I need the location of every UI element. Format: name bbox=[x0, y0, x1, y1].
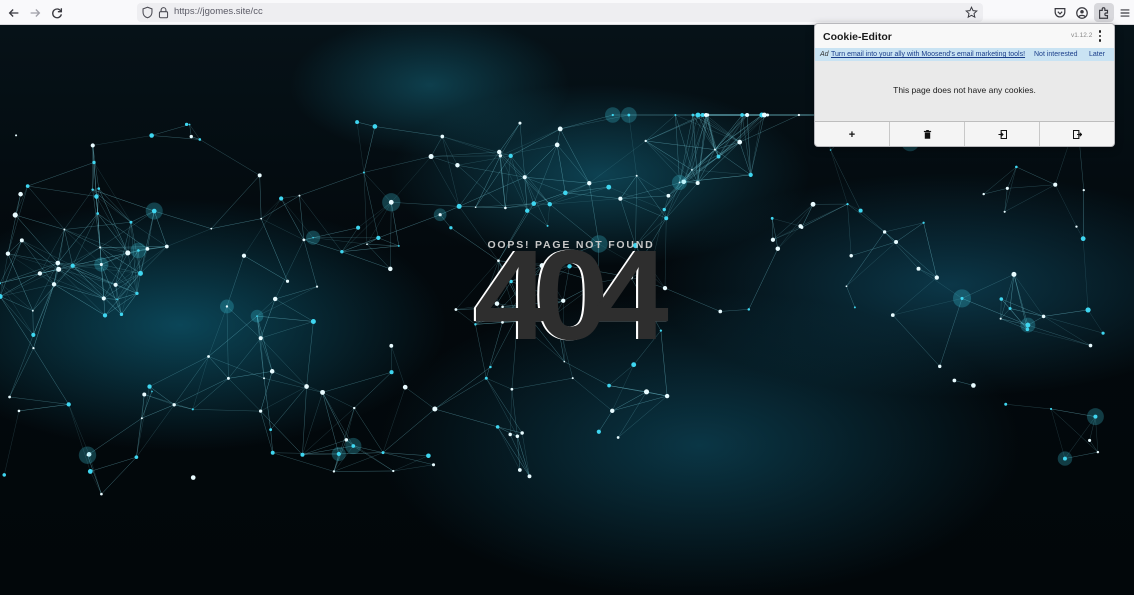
ad-tag: Ad bbox=[820, 51, 829, 58]
ad-later-button[interactable]: Later bbox=[1089, 48, 1105, 61]
pocket-button[interactable] bbox=[1050, 3, 1070, 22]
browser-toolbar: https://jgomes.site/cc bbox=[0, 0, 1134, 25]
app-menu-button[interactable] bbox=[1115, 3, 1134, 22]
shield-icon[interactable] bbox=[141, 6, 154, 19]
export-button[interactable] bbox=[1040, 122, 1114, 146]
pocket-icon bbox=[1054, 7, 1066, 17]
error-code: 404 bbox=[473, 224, 669, 367]
reload-icon bbox=[52, 7, 63, 18]
popup-action-bar: + bbox=[815, 121, 1114, 146]
arrow-left-icon bbox=[8, 8, 19, 17]
popup-header: Cookie-Editor v1.12.2 bbox=[815, 24, 1114, 48]
plus-icon: + bbox=[848, 128, 856, 141]
ad-banner: Ad Turn email into your ally with Moosen… bbox=[815, 48, 1114, 61]
ad-not-interested-button[interactable]: Not interested bbox=[1034, 48, 1078, 61]
empty-cookies-message: This page does not have any cookies. bbox=[893, 85, 1036, 95]
cookie-editor-popup: Cookie-Editor v1.12.2 Ad Turn email into… bbox=[814, 23, 1115, 147]
back-button[interactable] bbox=[4, 3, 24, 22]
lock-icon[interactable] bbox=[157, 6, 170, 19]
not-found-block: OOPS! PAGE NOT FOUND 404 bbox=[446, 232, 696, 360]
popup-title: Cookie-Editor bbox=[823, 31, 892, 43]
arrow-right-icon bbox=[30, 8, 41, 17]
trash-icon bbox=[923, 130, 931, 139]
import-icon bbox=[997, 130, 1007, 139]
extensions-button[interactable] bbox=[1094, 3, 1114, 22]
url-bar[interactable]: https://jgomes.site/cc bbox=[137, 3, 983, 22]
import-button[interactable] bbox=[965, 122, 1040, 146]
account-button[interactable] bbox=[1072, 3, 1092, 22]
puzzle-icon bbox=[1099, 6, 1109, 19]
account-icon bbox=[1076, 6, 1088, 19]
ad-link[interactable]: Turn email into your ally with Moosend's… bbox=[831, 48, 1025, 61]
hamburger-menu-icon bbox=[1120, 8, 1130, 17]
star-icon[interactable] bbox=[965, 6, 978, 19]
url-text: https://jgomes.site/cc bbox=[174, 6, 263, 17]
forward-button[interactable] bbox=[25, 3, 45, 22]
delete-all-button[interactable] bbox=[890, 122, 965, 146]
add-cookie-button[interactable]: + bbox=[815, 122, 890, 146]
reload-button[interactable] bbox=[47, 3, 67, 22]
popup-version: v1.12.2 bbox=[1071, 32, 1093, 39]
kebab-menu-icon[interactable] bbox=[1095, 29, 1105, 43]
export-icon bbox=[1072, 130, 1082, 139]
